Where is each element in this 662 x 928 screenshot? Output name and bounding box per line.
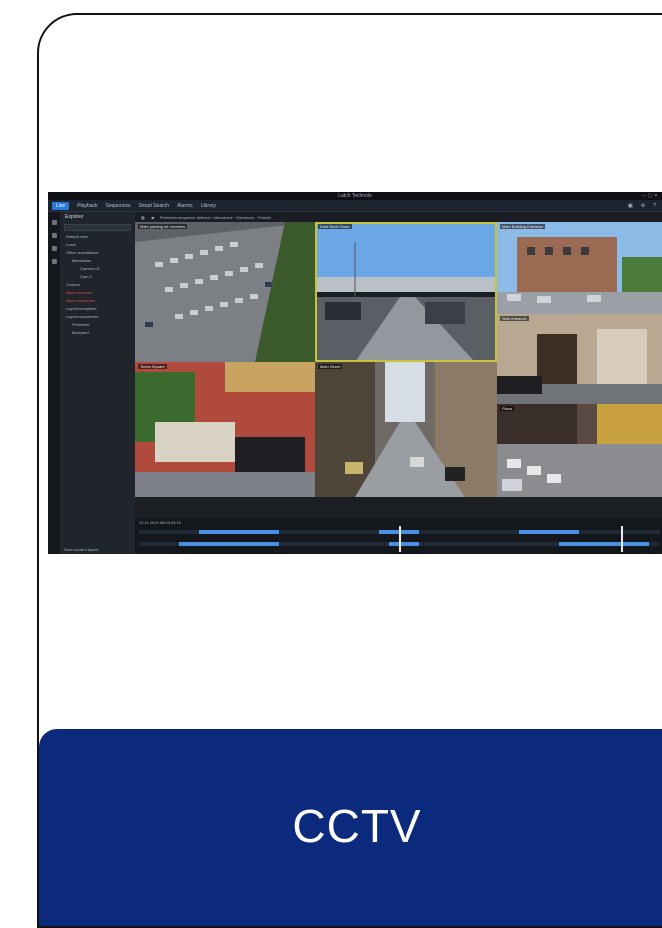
explorer-tree: Default view Local Office surveillance Mezz… <box>60 233 135 337</box>
camera-tile-parking[interactable]: Main parking lot overview <box>135 222 315 362</box>
camera-tile-building[interactable]: Main Building Entrance <box>497 222 662 314</box>
view-toolbar: ▦ ◀ Perimeter sequence defined › Mezzani… <box>135 212 662 222</box>
back-icon[interactable]: ◀ <box>151 215 154 220</box>
category-banner: CCTV <box>39 729 662 926</box>
camera-label: Side entrance <box>500 316 529 321</box>
timeline-recording <box>559 542 649 546</box>
timeline-recording <box>519 530 579 534</box>
timeline-cursor[interactable] <box>399 526 401 552</box>
sidebar-heading: Explorer <box>65 214 84 220</box>
camera-label: East North Road <box>318 224 352 229</box>
window-titlebar: Latch Technolo — ▢ ✕ <box>48 192 662 200</box>
camera-grid: Main parking lot overview East North Roa… <box>135 222 662 518</box>
category-label: CCTV <box>292 800 422 852</box>
parking-lot-feed <box>135 222 315 362</box>
building-feed <box>497 222 662 314</box>
layout-icon[interactable] <box>51 233 57 238</box>
sidebar-item[interactable]: Mezzanine <box>60 257 135 265</box>
plaza-feed <box>497 404 662 497</box>
timeline-recording <box>179 542 279 546</box>
window-title: Latch Technolo <box>338 193 372 199</box>
timeline-date: 12.11.2019 08:04:43.10 <box>139 520 181 525</box>
sidebar-item[interactable]: Layout sequences <box>60 313 135 321</box>
sidebar-item[interactable]: Camera 01 <box>60 265 135 273</box>
sidebar-item[interactable]: Custom <box>60 281 135 289</box>
sidebar-search-input[interactable] <box>64 224 131 231</box>
explorer-sidebar: Explorer Default view Local Office surveil… <box>60 212 135 554</box>
menu-smart-search[interactable]: Smart Search <box>139 203 170 209</box>
sidebar-item[interactable]: Local <box>60 241 135 249</box>
side-entrance-feed <box>497 314 662 404</box>
help-icon[interactable]: ? <box>653 203 656 209</box>
camera-label: Plaza <box>500 406 515 411</box>
camera-label: Main Street <box>318 364 343 369</box>
app-body: Explorer Default view Local Office surveil… <box>48 212 662 554</box>
camera-tile-road[interactable]: East North Road <box>315 222 497 362</box>
main-view: ▦ ◀ Perimeter sequence defined › Mezzani… <box>135 212 662 554</box>
playback-timeline[interactable]: 12.11.2019 08:04:43.10 <box>135 518 662 554</box>
camera-tile-times-square[interactable]: Times Square <box>135 362 315 497</box>
sidebar-item[interactable]: Default view <box>60 233 135 241</box>
timeline-recording <box>389 542 419 546</box>
map-icon[interactable] <box>51 259 57 264</box>
list-icon[interactable] <box>51 246 57 251</box>
times-square-feed <box>135 362 315 497</box>
menu-live[interactable]: Live <box>52 201 70 210</box>
camera-tile-side-entrance[interactable]: Side entrance <box>497 314 662 404</box>
menu-playback[interactable]: Playback <box>77 203 97 209</box>
sidebar-item[interactable]: Cam 5 <box>60 273 135 281</box>
camera-label: Main parking lot overview <box>138 224 188 229</box>
timeline-marker[interactable] <box>621 526 623 552</box>
sidebar-item[interactable]: Alarm sources <box>60 289 135 297</box>
sidebar-item[interactable]: Layout templates <box>60 305 135 313</box>
save-layout-button[interactable]: Save current layout <box>64 547 98 552</box>
settings-icon[interactable]: ⚙ <box>641 203 645 209</box>
camera-tile-main-street[interactable]: Main Street <box>315 362 497 497</box>
vms-screenshot: Latch Technolo — ▢ ✕ Live Playback Seque… <box>48 192 662 554</box>
menu-library[interactable]: Library <box>201 203 216 209</box>
icon-rail <box>48 212 60 554</box>
connection-icon[interactable]: ▣ <box>628 203 633 209</box>
grid-icon[interactable]: ▦ <box>141 215 145 220</box>
camera-label: Times Square <box>138 364 167 369</box>
menu-sequences[interactable]: Sequences <box>105 203 130 209</box>
layout-path: Perimeter sequence defined › Mezzanine ·… <box>159 214 271 220</box>
camera-icon[interactable] <box>51 220 57 225</box>
main-street-feed <box>315 362 497 497</box>
camera-label: Main Building Entrance <box>500 224 546 229</box>
window-controls[interactable]: — ▢ ✕ <box>641 192 658 200</box>
sidebar-item[interactable]: Office surveillance <box>60 249 135 257</box>
road-feed <box>315 222 497 362</box>
sidebar-item[interactable]: Perimeter <box>60 321 135 329</box>
menu-alarms[interactable]: Alarms <box>177 203 193 209</box>
menu-right-tools: ▣ ⚙ ? <box>628 203 656 209</box>
menu-bar: Live Playback Sequences Smart Search Ala… <box>48 200 662 212</box>
camera-tile-plaza[interactable]: Plaza <box>497 404 662 497</box>
sidebar-item[interactable]: Backyard <box>60 329 135 337</box>
timeline-recording <box>199 530 279 534</box>
sidebar-item[interactable]: Alarm sequence <box>60 297 135 305</box>
